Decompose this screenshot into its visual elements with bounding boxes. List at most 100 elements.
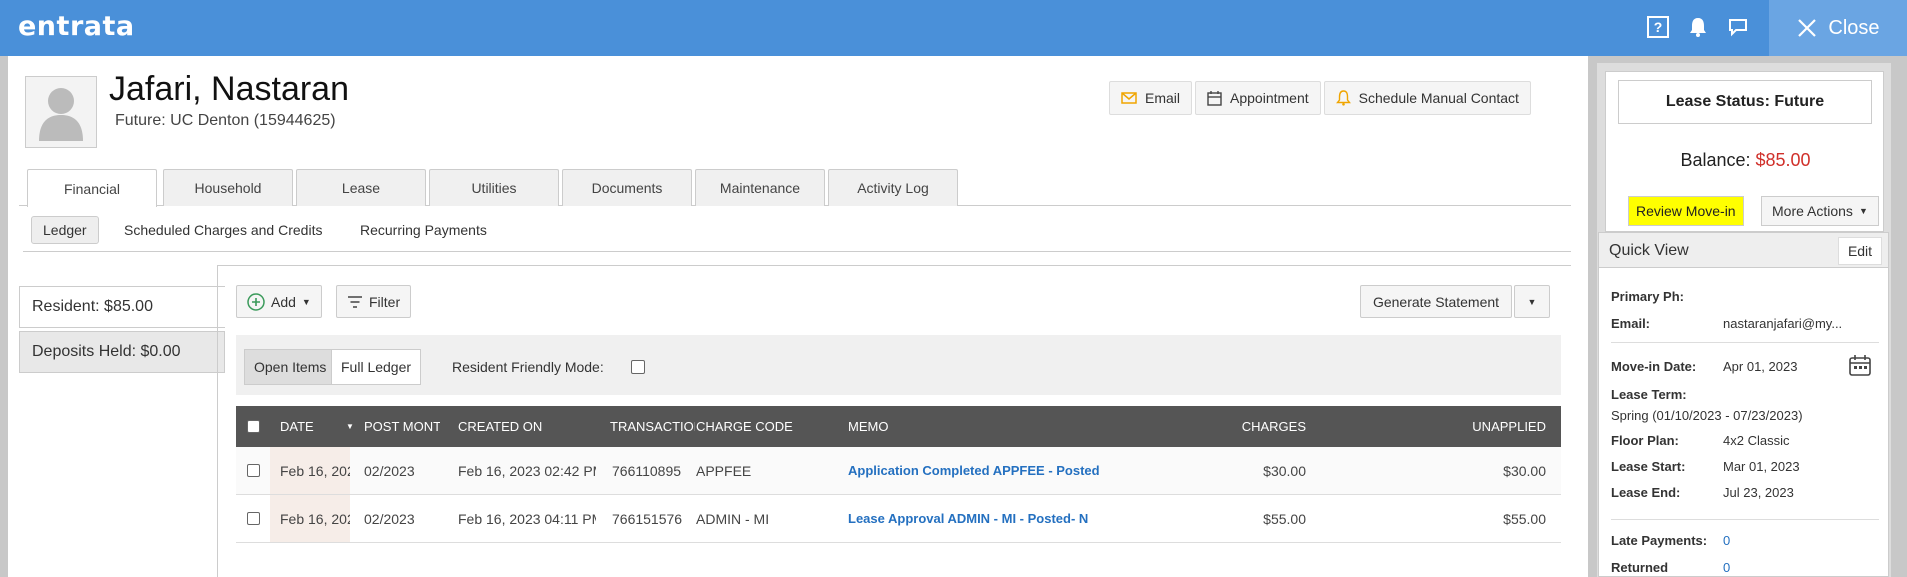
quick-view-title: Quick View (1609, 242, 1689, 259)
header-post-month[interactable]: POST MONTH (364, 406, 440, 447)
full-ledger-toggle[interactable]: Full Ledger (331, 349, 422, 385)
balance: Balance: $85.00 (1606, 150, 1885, 171)
row-checkbox[interactable] (247, 447, 260, 494)
tab-maintenance[interactable]: Maintenance (695, 169, 825, 206)
review-move-in-button[interactable]: Review Move-in (1628, 196, 1744, 226)
lease-status-box: Lease Status: Future Balance: $85.00 Rev… (1605, 71, 1884, 232)
generate-statement-label: Generate Statement (1372, 293, 1500, 310)
filter-button[interactable]: Filter (336, 285, 412, 318)
header-created-on[interactable]: CREATED ON (458, 406, 598, 447)
row-memo-link[interactable]: Lease Approval ADMIN - MI - Posted- N (848, 495, 1118, 542)
divider (1611, 519, 1879, 520)
resident-friendly-mode-label: Resident Friendly Mode: (452, 359, 604, 375)
table-row[interactable]: Feb 16, 2023 02/2023 Feb 16, 2023 02:42 … (236, 447, 1561, 495)
header-charge-code[interactable]: CHARGE CODE (696, 406, 836, 447)
returned-value[interactable]: 0 (1723, 560, 1730, 575)
header-transaction[interactable]: TRANSACTION (610, 406, 695, 447)
move-in-date-label: Move-in Date: (1611, 359, 1697, 374)
divider (1611, 342, 1879, 343)
calendar-icon (1207, 90, 1222, 106)
row-charges: $55.00 (1263, 510, 1306, 527)
primary-phone-label: Primary Ph: (1611, 289, 1684, 304)
lease-end-value: Jul 23, 2023 (1723, 485, 1794, 500)
top-bar: entrata ? Close (0, 0, 1907, 56)
table-row[interactable]: Feb 16, 2023 02/2023 Feb 16, 2023 04:11 … (236, 495, 1561, 543)
generate-statement-button[interactable]: Generate Statement (1360, 285, 1512, 318)
filter-button-label: Filter (369, 293, 401, 310)
tab-utilities[interactable]: Utilities (429, 169, 559, 206)
more-actions-button[interactable]: More Actions ▼ (1761, 196, 1879, 226)
row-transaction[interactable]: 766110895 (612, 447, 696, 494)
close-icon (1798, 19, 1817, 37)
row-created-on: Feb 16, 2023 02:42 PM (458, 462, 596, 479)
row-charges: $30.00 (1263, 462, 1306, 479)
late-payments-label: Late Payments: (1611, 533, 1708, 548)
caret-down-icon: ▼ (1527, 296, 1537, 307)
tab-financial[interactable]: Financial (27, 169, 157, 207)
move-in-date-value: Apr 01, 2023 (1723, 359, 1798, 374)
row-checkbox[interactable] (247, 495, 260, 542)
lease-term-value: Spring (01/10/2023 - 07/23/2023) (1611, 408, 1803, 423)
header-charges[interactable]: CHARGES (1146, 406, 1306, 447)
sidenav-resident[interactable]: Resident: $85.00 (19, 286, 225, 328)
ledger-side-nav: Resident: $85.00 Deposits Held: $0.00 (19, 286, 225, 373)
lease-term-label: Lease Term: (1611, 387, 1687, 402)
select-all-checkbox[interactable] (247, 406, 260, 447)
plus-circle-icon (247, 292, 265, 311)
chat-icon[interactable] (1726, 15, 1750, 39)
close-button[interactable]: Close (1769, 0, 1907, 56)
bell-icon[interactable] (1686, 15, 1710, 39)
header-date[interactable]: DATE (280, 406, 350, 447)
row-unapplied: $30.00 (1503, 462, 1546, 479)
email-value[interactable]: nastaranjafari@my... (1723, 316, 1842, 331)
caret-down-icon: ▼ (1858, 206, 1868, 216)
add-button[interactable]: Add ▼ (236, 285, 322, 318)
caret-down-icon: ▼ (301, 296, 311, 307)
ledger-filter-bar: Open Items Full Ledger Resident Friendly… (236, 335, 1561, 395)
ledger-table: DATE ▼ POST MONTH CREATED ON TRANSACTION… (236, 406, 1561, 543)
close-label: Close (1828, 16, 1880, 39)
tab-household[interactable]: Household (163, 169, 293, 206)
row-unapplied: $55.00 (1503, 510, 1546, 527)
subtab-scheduled-charges[interactable]: Scheduled Charges and Credits (113, 216, 333, 244)
schedule-manual-contact-label: Schedule Manual Contact (1358, 90, 1519, 106)
resident-name: Jafari, Nastaran (109, 70, 349, 108)
row-memo-link[interactable]: Application Completed APPFEE - Posted (848, 447, 1118, 494)
row-post-month: 02/2023 (364, 510, 415, 527)
late-payments-value[interactable]: 0 (1723, 533, 1730, 548)
appointment-button[interactable]: Appointment (1195, 81, 1321, 115)
tab-activity-log[interactable]: Activity Log (828, 169, 958, 206)
person-icon (39, 88, 83, 141)
email-button[interactable]: Email (1109, 81, 1193, 115)
header-memo[interactable]: MEMO (848, 406, 1048, 447)
row-date: Feb 16, 2023 (270, 495, 350, 542)
lease-start-value: Mar 01, 2023 (1723, 459, 1800, 474)
entrata-logo[interactable]: entrata (18, 11, 135, 42)
row-transaction[interactable]: 766151576 (612, 495, 696, 542)
row-charge-code: ADMIN - MI (696, 510, 770, 527)
lease-start-label: Lease Start: (1611, 459, 1686, 474)
lease-status: Lease Status: Future (1618, 80, 1872, 124)
subtab-recurring-payments[interactable]: Recurring Payments (349, 216, 498, 244)
row-charge-code: APPFEE (696, 462, 752, 479)
sidenav-deposits-held[interactable]: Deposits Held: $0.00 (19, 331, 225, 373)
open-items-toggle[interactable]: Open Items (244, 349, 337, 385)
header-unapplied[interactable]: UNAPPLIED (1386, 406, 1546, 447)
calendar-icon[interactable] (1849, 355, 1871, 379)
filter-icon (348, 295, 362, 308)
tab-lease[interactable]: Lease (296, 169, 426, 206)
balance-label: Balance: (1680, 150, 1756, 170)
avatar (25, 76, 97, 148)
schedule-manual-contact-button[interactable]: Schedule Manual Contact (1323, 81, 1531, 115)
appointment-button-label: Appointment (1230, 90, 1309, 106)
generate-statement-dropdown[interactable]: ▼ (1514, 285, 1550, 318)
floor-plan-value: 4x2 Classic (1723, 433, 1790, 448)
svg-text:?: ? (1654, 19, 1663, 35)
help-icon[interactable]: ? (1646, 15, 1670, 39)
quick-view-edit-button[interactable]: Edit (1838, 237, 1882, 265)
floor-plan-label: Floor Plan: (1611, 433, 1679, 448)
tab-documents[interactable]: Documents (562, 169, 692, 206)
subtab-ledger[interactable]: Ledger (31, 216, 99, 244)
resident-friendly-mode-checkbox[interactable] (631, 360, 645, 374)
email-button-label: Email (1145, 90, 1181, 106)
